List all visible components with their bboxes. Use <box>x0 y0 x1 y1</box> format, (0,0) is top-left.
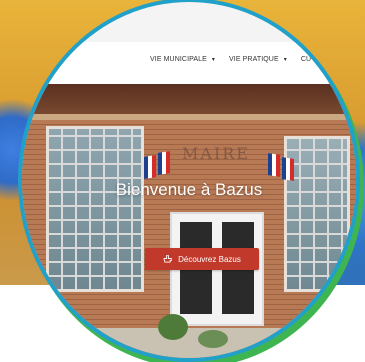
circular-site-preview: VIE MUNICIPALE ▾ VIE PRATIQUE ▾ CU MAIRE B… <box>18 0 360 362</box>
shrub <box>158 314 188 340</box>
shrub <box>198 330 228 348</box>
chevron-down-icon: ▾ <box>211 57 216 63</box>
french-flag-icon <box>268 153 280 177</box>
nav-item-cu[interactable]: CU <box>301 56 311 63</box>
top-navigation-bar: VIE MUNICIPALE ▾ VIE PRATIQUE ▾ CU <box>22 42 356 84</box>
roof-image <box>22 84 356 120</box>
nav-item-label: VIE PRATIQUE <box>229 56 279 63</box>
french-flag-icon <box>158 151 170 175</box>
french-flag-icon <box>282 157 294 181</box>
french-flag-icon <box>144 155 156 179</box>
hero-banner: MAIRE Bienvenue à Bazus Découvrez Bazus <box>22 84 356 358</box>
mairie-sign: MAIRE <box>182 144 250 163</box>
nav-item-vie-pratique[interactable]: VIE PRATIQUE ▾ <box>229 56 287 63</box>
nav-item-label: CU <box>300 56 312 63</box>
chevron-down-icon: ▾ <box>283 57 287 63</box>
nav-item-label: VIE MUNICIPALE <box>150 56 207 63</box>
nav-item-vie-municipale[interactable]: VIE MUNICIPALE ▾ <box>150 56 215 63</box>
pointing-hand-icon <box>163 255 173 263</box>
nav-menu: VIE MUNICIPALE ▾ VIE PRATIQUE ▾ CU <box>150 56 311 63</box>
glass-block-window-left <box>46 126 144 292</box>
ground <box>22 328 356 358</box>
discover-bazus-button[interactable]: Découvrez Bazus <box>145 248 259 270</box>
cta-label: Découvrez Bazus <box>178 254 241 264</box>
hero-title: Bienvenue à Bazus <box>115 180 263 199</box>
